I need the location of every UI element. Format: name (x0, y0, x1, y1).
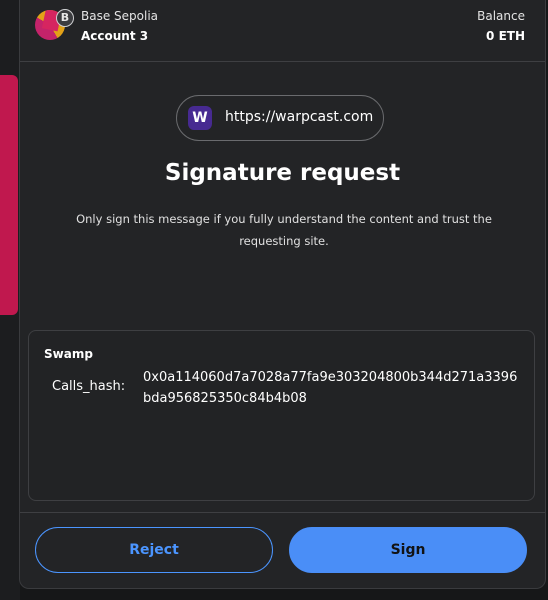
network-badge-icon: B (56, 9, 74, 27)
background-page-accent (0, 75, 18, 315)
warpcast-logo-icon: W (188, 106, 212, 130)
origin-url: https://warpcast.com (225, 109, 374, 125)
signature-request-popup: B Base Sepolia Account 3 Balance 0 ETH W… (19, 0, 546, 589)
page-title: Signature request (164, 160, 401, 186)
account-header: B Base Sepolia Account 3 Balance 0 ETH (20, 0, 545, 62)
network-name: Base Sepolia (81, 9, 159, 23)
footer-divider (20, 512, 545, 513)
balance-value: 0 ETH (486, 29, 525, 43)
origin-pill: W https://warpcast.com (176, 95, 384, 141)
account-avatar-group: B (35, 9, 74, 43)
message-field-value: 0x0a114060d7a7028a77fa9e303204800b344d27… (143, 370, 518, 406)
message-card: Swamp Calls_hash: 0x0a114060d7a7028a77fa… (28, 330, 535, 501)
balance-label: Balance (477, 9, 525, 23)
account-name: Account 3 (81, 29, 149, 43)
sign-button[interactable]: Sign (289, 527, 527, 573)
reject-button[interactable]: Reject (35, 527, 273, 573)
message-field-key: Calls_hash: (52, 379, 126, 394)
message-type: Swamp (44, 347, 93, 361)
warning-text: Only sign this message if you fully unde… (76, 212, 492, 248)
